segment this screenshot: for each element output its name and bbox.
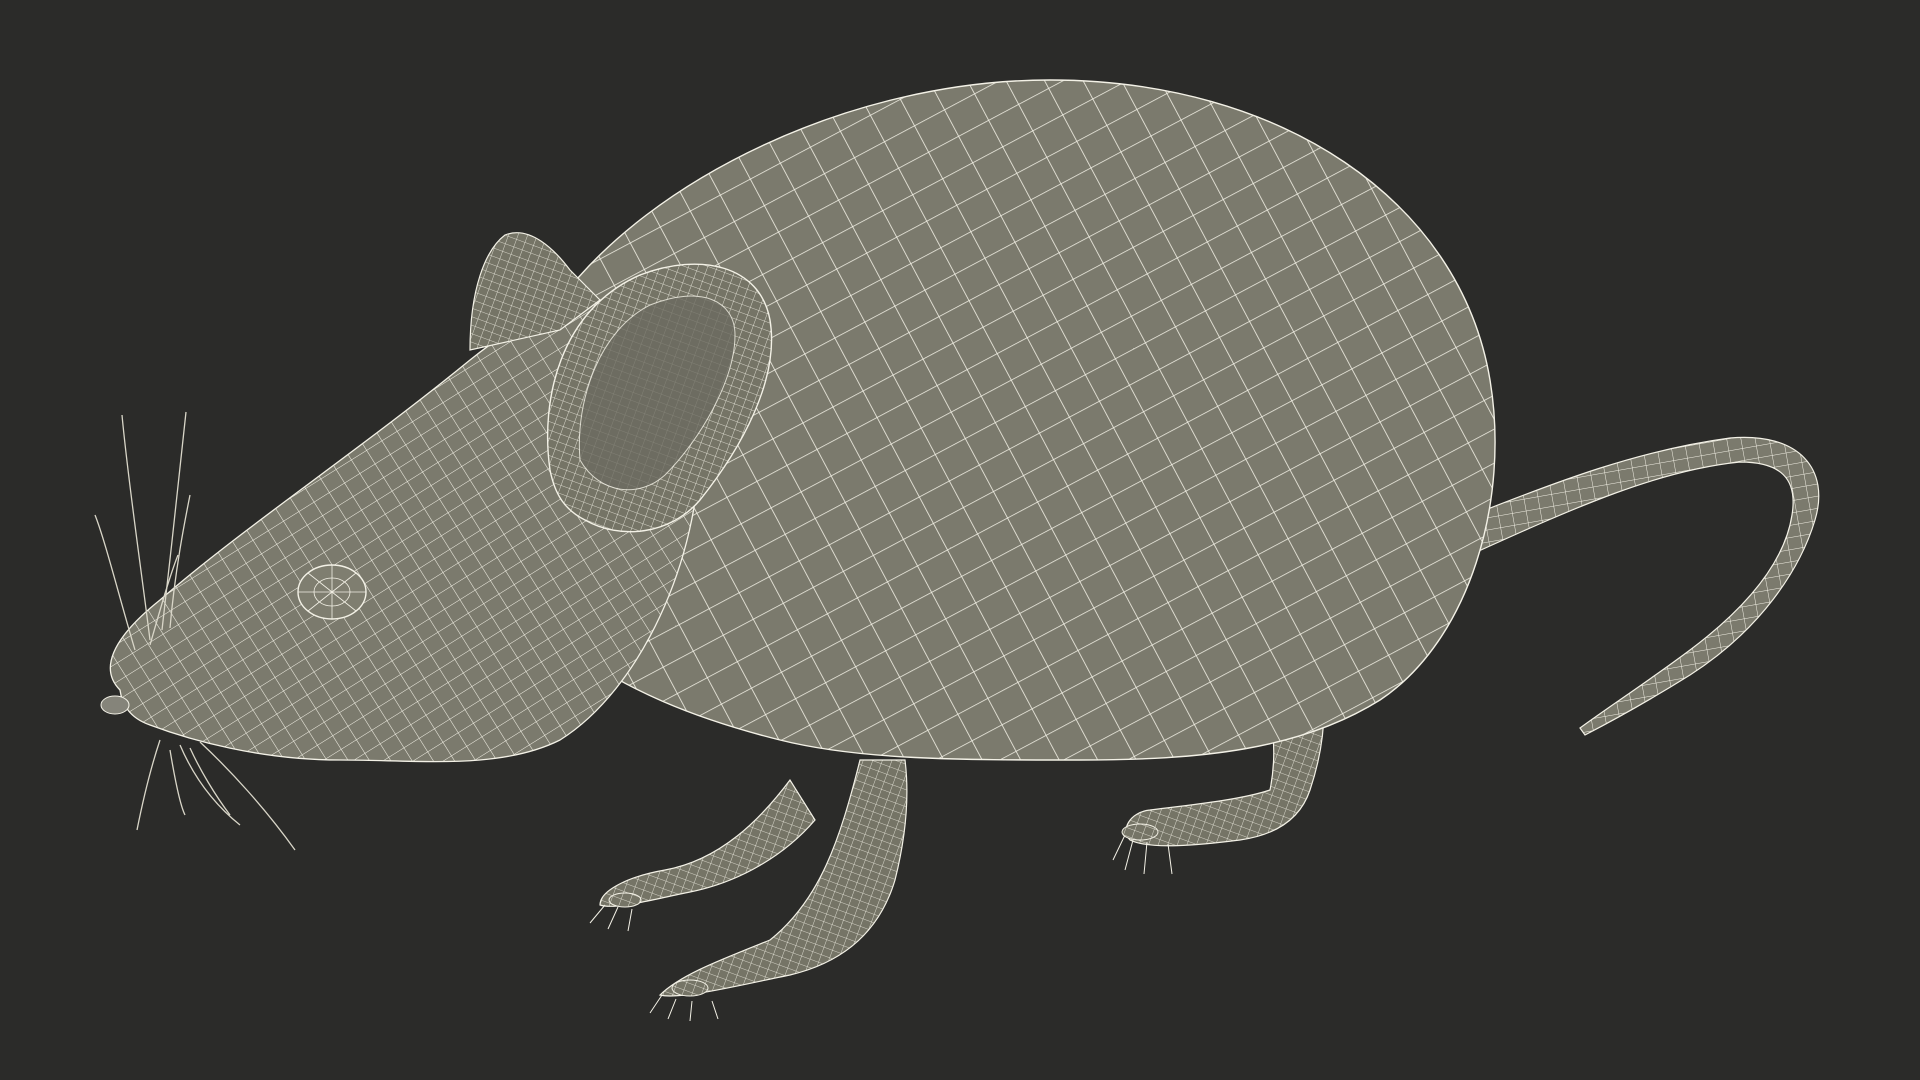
mouse-front-leg-back (599, 778, 816, 907)
mouse-eye-radial-wires (298, 565, 366, 619)
mouse-nose (100, 695, 130, 715)
render-viewport (0, 0, 1920, 1080)
mouse-wireframe-render (94, 79, 1820, 1022)
mouse-tail (1459, 436, 1820, 736)
